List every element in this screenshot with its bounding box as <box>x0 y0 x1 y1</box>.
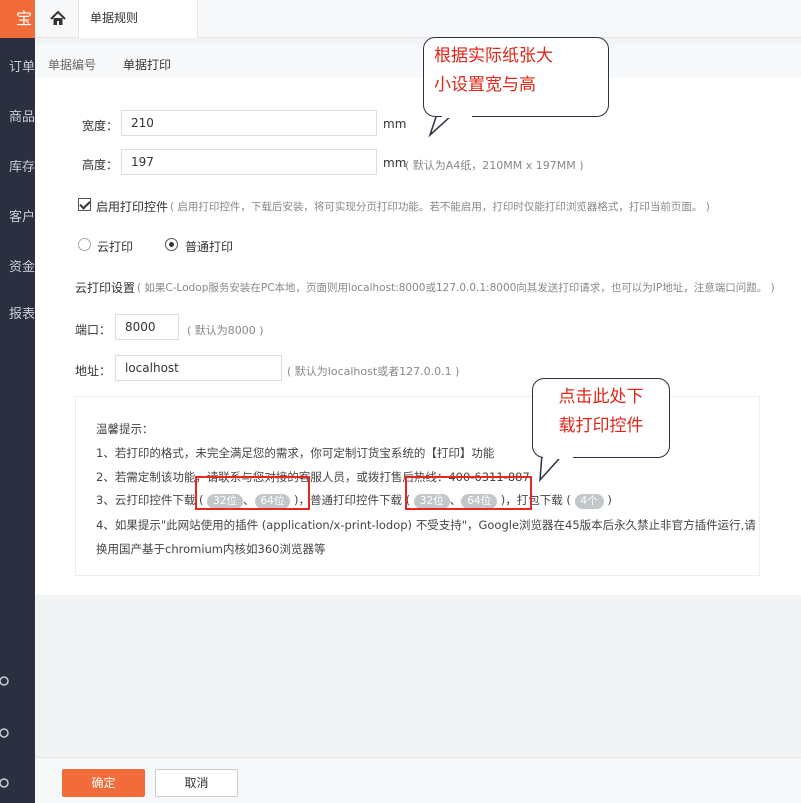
port-input[interactable]: 8000 <box>115 314 179 340</box>
highlight-cloud-download <box>195 476 310 510</box>
height-unit: mm <box>383 156 407 170</box>
help-icon[interactable] <box>0 724 35 742</box>
sidebar-item-products[interactable]: 商品 <box>0 106 35 125</box>
callout-bottom-line2: 载打印控件 <box>558 416 644 436</box>
callout-bottom-line1: 点击此处下 <box>558 387 644 407</box>
sidebar-item-customers[interactable]: 客户 <box>0 206 35 225</box>
height-input[interactable]: 197 <box>121 149 377 175</box>
sidebar-item-inventory[interactable]: 库存 <box>0 156 35 175</box>
normal-print-label: 普通打印 <box>185 240 234 254</box>
callout-download: 点击此处下 载打印控件 <box>532 378 670 458</box>
address-hint: ( 默认为localhost或者127.0.0.1 ) <box>287 365 460 378</box>
tab-document-print[interactable]: 单据打印 <box>123 56 171 73</box>
address-label: 地址： <box>75 364 112 378</box>
enable-print-control-hint: ( 启用打印控件，下载后安装，将可实现分页打印功能。若不能启用，打印时仅能打印浏… <box>170 201 710 213</box>
cloud-settings-hint: ( 如果C-Lodop服务安装在PC本地，页面则用localhost:8000或… <box>137 282 775 294</box>
sidebar-item-reports[interactable]: 报表 <box>0 303 35 322</box>
cloud-print-radio[interactable] <box>78 238 91 251</box>
settings-icon[interactable] <box>0 672 35 690</box>
bundle-download-link[interactable]: 4个 <box>574 494 604 509</box>
highlight-normal-download <box>405 476 532 510</box>
sidebar-item-funds[interactable]: 资金 <box>0 256 35 275</box>
home-icon[interactable] <box>49 10 67 28</box>
width-unit: mm <box>383 117 407 131</box>
action-bar: 确定 取消 <box>35 757 801 803</box>
address-input[interactable]: localhost <box>115 355 282 381</box>
tip-line-1: 1、若打印的格式，未完全满足您的需求，你可定制订货宝系统的【打印】功能 <box>96 446 495 460</box>
user-icon[interactable] <box>0 774 35 792</box>
sidebar-item-orders[interactable]: 订单 <box>0 56 35 75</box>
width-input[interactable]: 210 <box>121 110 377 136</box>
callout-paper-size: 根据实际纸张大 小设置宽与高 <box>423 37 609 117</box>
tab-document-number[interactable]: 单据编号 <box>48 56 96 73</box>
port-label: 端口： <box>75 323 112 337</box>
callout-top-join <box>442 114 472 118</box>
tip-line-3-prefix: 3、云打印控件下载 ( <box>96 493 204 507</box>
cloud-print-label: 云打印 <box>97 240 134 254</box>
enable-print-control-label: 启用打印控件 <box>96 200 169 214</box>
tip-line-3-mid: )，普通打印控件下载 ( <box>294 493 411 507</box>
tips-title: 温馨提示： <box>96 422 154 436</box>
top-tab-bar: 单据规则 <box>35 0 801 38</box>
cancel-button[interactable]: 取消 <box>155 769 238 797</box>
callout-bottom-join <box>543 455 573 459</box>
height-label: 高度： <box>82 158 119 172</box>
logo: 宝 <box>0 0 35 38</box>
tip-line-4: 4、如果提示"此网站使用的插件 (application/x-print-lod… <box>96 518 756 532</box>
height-hint: ( 默认为A4纸，210MM x 197MM ) <box>405 159 584 172</box>
print-settings-panel: 宽度： 210 mm 高度： 197 mm ( 默认为A4纸，210MM x 1… <box>35 78 801 595</box>
port-hint: ( 默认为8000 ) <box>187 324 264 337</box>
normal-print-radio[interactable] <box>165 238 178 251</box>
sidebar: 宝 订单 商品 库存 客户 资金 报表 <box>0 0 35 803</box>
enable-print-control-checkbox[interactable] <box>78 198 91 211</box>
callout-top-line1: 根据实际纸张大 <box>434 46 553 66</box>
confirm-button[interactable]: 确定 <box>62 769 145 797</box>
tip-line-3: 3、云打印控件下载 ( 32位、 64位 )，普通打印控件下载 ( 32位、 64位… <box>96 492 612 509</box>
tip-line-3-end: ) <box>607 493 612 507</box>
tip-line-5: 换用国产基于chromium内核如360浏览器等 <box>96 542 326 556</box>
callout-top-line2: 小设置宽与高 <box>434 75 536 95</box>
tab-document-rules[interactable]: 单据规则 <box>78 0 198 38</box>
sub-tabs: 单据编号 单据打印 <box>35 44 801 78</box>
cloud-settings-label: 云打印设置 <box>75 281 136 295</box>
width-label: 宽度： <box>82 119 119 133</box>
